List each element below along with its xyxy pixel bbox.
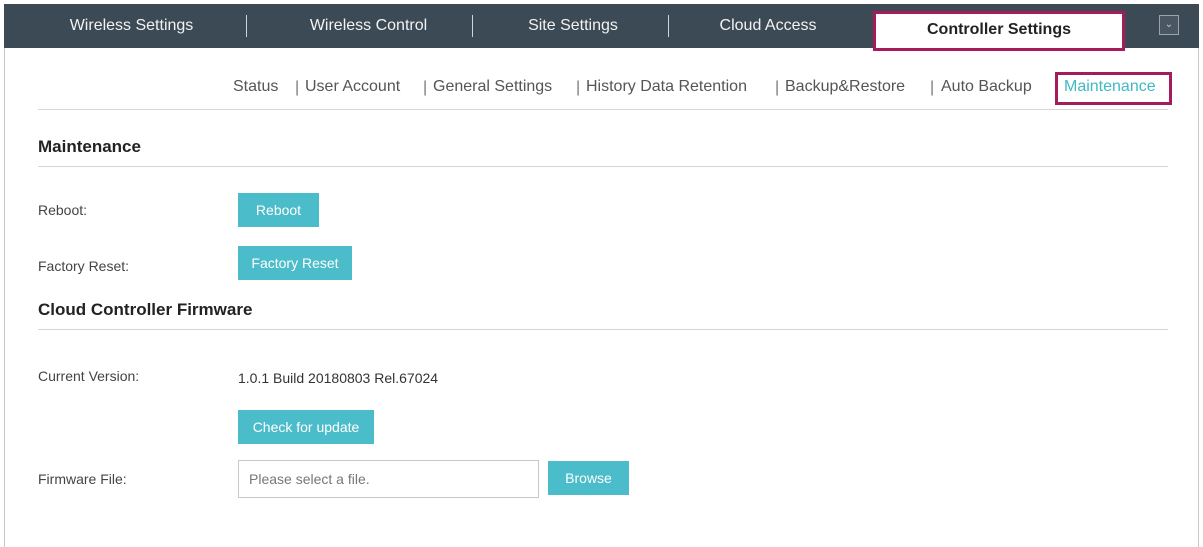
subnav-status[interactable]: Status [233, 78, 278, 96]
subnav-general-settings[interactable]: General Settings [433, 78, 552, 96]
subnav-backup-restore[interactable]: Backup&Restore [785, 78, 905, 96]
maintenance-section-title: Maintenance [38, 137, 141, 156]
subnav-divider [38, 109, 1168, 110]
controller-settings-highlight [873, 11, 1125, 51]
subnav-separator: | [930, 79, 935, 96]
factory-reset-button[interactable]: Factory Reset [238, 246, 352, 280]
tab-separator [246, 15, 247, 37]
subnav-separator: | [423, 79, 428, 96]
subnav-separator: | [775, 79, 780, 96]
tab-wireless-settings[interactable]: Wireless Settings [4, 4, 259, 48]
browse-button[interactable]: Browse [548, 461, 629, 495]
tab-separator [472, 15, 473, 37]
firmware-section-title: Cloud Controller Firmware [38, 300, 253, 319]
section-divider [38, 166, 1168, 167]
factory-reset-label: Factory Reset: [38, 258, 130, 274]
check-for-update-button[interactable]: Check for update [238, 410, 374, 444]
reboot-button[interactable]: Reboot [238, 193, 319, 227]
current-version-label: Current Version: [38, 368, 140, 384]
tab-wireless-control[interactable]: Wireless Control [259, 4, 478, 48]
firmware-file-input[interactable] [238, 460, 539, 498]
maintenance-highlight [1055, 72, 1172, 105]
subnav-auto-backup[interactable]: Auto Backup [941, 78, 1032, 96]
tab-cloud-access[interactable]: Cloud Access [668, 4, 868, 48]
subnav-separator: | [295, 79, 300, 96]
reboot-label: Reboot: [38, 202, 88, 218]
subnav-separator: | [576, 79, 581, 96]
chevron-down-icon[interactable]: ⌄ [1159, 15, 1179, 35]
subnav-history-data-retention[interactable]: History Data Retention [586, 78, 747, 96]
section-divider [38, 329, 1168, 330]
current-version-value: 1.0.1 Build 20180803 Rel.67024 [238, 370, 439, 386]
tab-site-settings[interactable]: Site Settings [478, 4, 668, 48]
subnav-user-account[interactable]: User Account [305, 78, 400, 96]
firmware-file-label: Firmware File: [38, 471, 127, 487]
